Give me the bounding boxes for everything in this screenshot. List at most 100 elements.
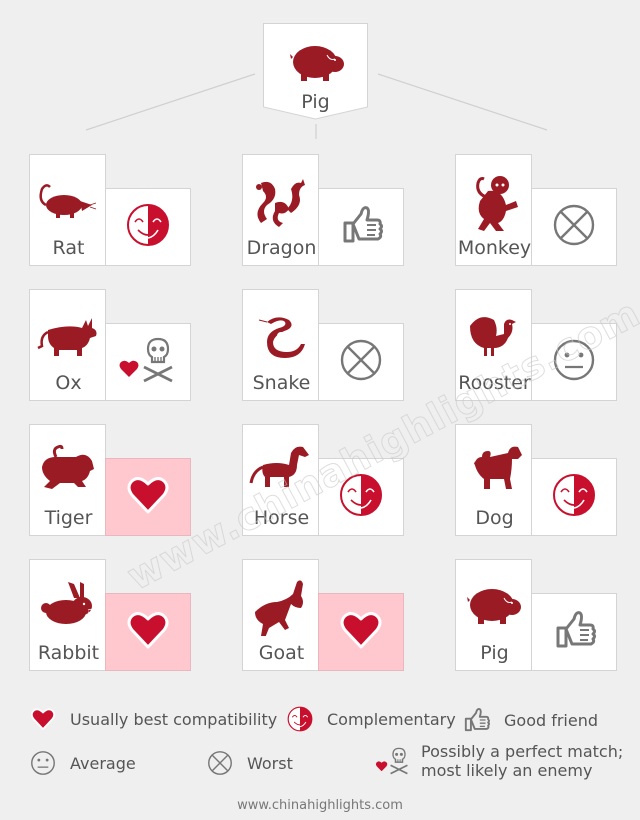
- rating-box-perfect-or-enemy: [105, 323, 191, 401]
- rating-icon-wrap: [552, 608, 596, 656]
- legend-label: Usually best compatibility: [70, 709, 278, 729]
- half-smiley-icon: [127, 204, 169, 246]
- heart-skull-glyph: [375, 747, 408, 775]
- legend-label: Worst: [247, 753, 293, 773]
- animal-label: Goat: [258, 642, 305, 664]
- goat-icon: [255, 580, 303, 636]
- match-cell-rabbit: Rabbit: [29, 559, 199, 671]
- circle-x-icon: [208, 751, 232, 775]
- match-cell-monkey: Monkey: [455, 154, 625, 266]
- rating-box-complementary: [318, 458, 404, 536]
- rating-icon-wrap: [339, 203, 383, 251]
- snake-icon: [258, 317, 305, 358]
- horse-icon: [249, 446, 309, 487]
- heart-skull-icon: [119, 337, 173, 383]
- legend-item-worst: Worst: [207, 750, 293, 776]
- neutral-face-icon: [31, 751, 55, 775]
- dragon-icon: [256, 179, 305, 227]
- rating-icon-wrap: [339, 338, 383, 386]
- animal-label: Pig: [480, 642, 509, 664]
- legend-label: Average: [70, 753, 136, 773]
- animal-card: Ox: [29, 289, 106, 401]
- animal-label: Dog: [475, 507, 514, 529]
- heart-skull-icon: [375, 746, 411, 776]
- heart-icon: [127, 477, 169, 514]
- animal-card: Horse: [242, 424, 319, 536]
- heart-icon: [340, 612, 382, 649]
- legend-label-line1: Possibly a perfect match;: [421, 742, 624, 761]
- rating-box-complementary: [531, 458, 617, 536]
- animal-label: Monkey: [457, 237, 532, 259]
- animal-card: Pig: [455, 559, 532, 671]
- rat-icon: [39, 184, 97, 218]
- rating-box-worst: [318, 323, 404, 401]
- thumbs-up-icon: [462, 706, 490, 734]
- neutral-face-icon: [553, 339, 595, 381]
- footer-url: www.chinahighlights.com: [237, 798, 403, 813]
- thumbs-up-icon: [464, 707, 490, 732]
- rooster-icon: [470, 317, 516, 356]
- match-cell-dog: Dog: [455, 424, 625, 536]
- animal-label: Dragon: [246, 237, 317, 259]
- rabbit-icon: [41, 582, 97, 624]
- circle-x-icon: [207, 750, 233, 776]
- rating-icon-wrap: [552, 203, 596, 251]
- circle-x-icon: [553, 204, 595, 246]
- circle-x-icon: [340, 339, 382, 381]
- rating-box-best: [318, 593, 404, 671]
- match-cell-rooster: Rooster: [455, 289, 625, 401]
- animal-card: Rat: [29, 154, 106, 266]
- legend-label: Good friend: [504, 710, 599, 730]
- thumbs-up-icon: [556, 611, 596, 648]
- legend-item-complementary: Complementary: [287, 706, 456, 732]
- rating-icon-wrap: [126, 473, 170, 521]
- animal-label: Rat: [52, 237, 85, 259]
- animal-card: Snake: [242, 289, 319, 401]
- legend: Usually best compatibility Complementary…: [0, 700, 640, 790]
- main-animal-card: Pig: [263, 23, 368, 120]
- animal-label: Tiger: [44, 507, 93, 529]
- match-cell-horse: Horse: [242, 424, 412, 536]
- match-cell-dragon: Dragon: [242, 154, 412, 266]
- animal-label: Horse: [253, 507, 310, 529]
- monkey-icon: [476, 176, 518, 231]
- rating-box-good-friend: [318, 188, 404, 266]
- rating-box-good-friend: [531, 593, 617, 671]
- legend-item-good-friend: Good friend: [462, 706, 598, 734]
- rating-box-worst: [531, 188, 617, 266]
- rating-box-best: [105, 458, 191, 536]
- animal-card: Tiger: [29, 424, 106, 536]
- half-smiley-icon: [553, 474, 595, 516]
- rating-icon-wrap: [126, 608, 170, 656]
- animal-card: Dragon: [242, 154, 319, 266]
- rating-icon-wrap: [339, 473, 383, 521]
- connector-right: [377, 73, 548, 131]
- ox-icon: [37, 318, 97, 356]
- animal-label: Ox: [55, 372, 82, 394]
- dog-icon: [474, 446, 522, 489]
- rating-icon-wrap: [552, 338, 596, 386]
- match-cell-rat: Rat: [29, 154, 199, 266]
- neutral-face-icon: [30, 750, 56, 776]
- rating-box-best: [105, 593, 191, 671]
- pig-icon: [467, 589, 521, 624]
- animal-label: Rabbit: [37, 642, 100, 664]
- thumbs-up-icon: [343, 206, 383, 243]
- rating-box-complementary: [105, 188, 191, 266]
- legend-item-perfect-or-enemy: Possibly a perfect match; most likely an…: [375, 742, 623, 780]
- legend-item-average: Average: [30, 750, 136, 776]
- animal-card: Monkey: [455, 154, 532, 266]
- animal-card: Goat: [242, 559, 319, 671]
- rating-icon-wrap: [118, 335, 178, 389]
- match-cell-tiger: Tiger: [29, 424, 199, 536]
- pig-icon: [290, 46, 344, 81]
- animal-card: Rabbit: [29, 559, 106, 671]
- match-cell-snake: Snake: [242, 289, 412, 401]
- animal-card: Rooster: [455, 289, 532, 401]
- rating-icon-wrap: [552, 473, 596, 521]
- match-cell-goat: Goat: [242, 559, 412, 671]
- match-cell-pig: Pig: [455, 559, 625, 671]
- legend-label-line2: most likely an enemy: [421, 761, 593, 780]
- legend-label: Possibly a perfect match; most likely an…: [421, 742, 623, 780]
- rating-icon-wrap: [339, 608, 383, 656]
